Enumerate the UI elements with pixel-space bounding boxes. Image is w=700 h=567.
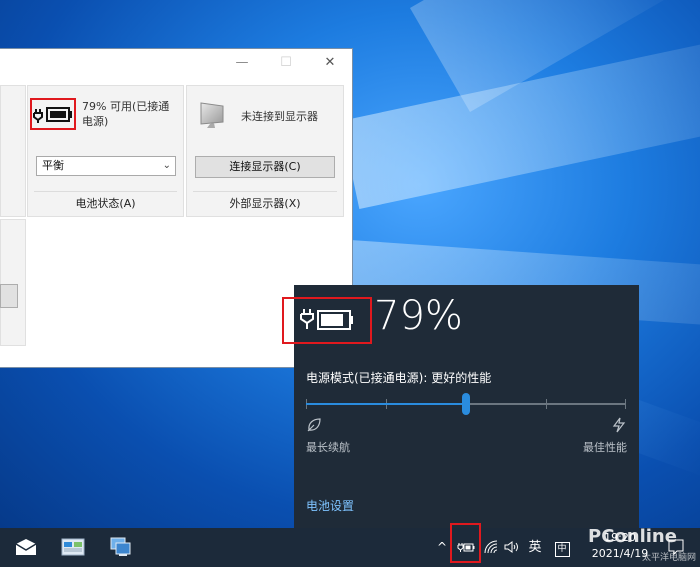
close-button[interactable]: ✕ bbox=[321, 55, 339, 70]
mobility-center-icon[interactable] bbox=[61, 536, 85, 558]
battery-icon-highlight bbox=[30, 98, 76, 130]
battery-status-tile: 79% 可用(已接通电源) 平衡 ⌄ 电池状态(A) bbox=[27, 85, 184, 217]
chevron-down-icon: ⌄ bbox=[162, 160, 171, 171]
window-titlebar: — ☐ ✕ bbox=[0, 49, 352, 77]
tray-overflow-chevron[interactable]: ^ bbox=[434, 528, 450, 567]
watermark-subtitle: 太平洋电脑网 bbox=[642, 553, 697, 563]
lightning-icon bbox=[612, 417, 626, 433]
ime-indicator[interactable]: 中 bbox=[552, 528, 572, 567]
battery-settings-link[interactable]: 电池设置 bbox=[306, 497, 354, 514]
power-mode-label: 电源模式(已接通电源): 更好的性能 bbox=[306, 371, 492, 385]
battery-charging-icon bbox=[300, 309, 353, 330]
maximize-button[interactable]: ☐ bbox=[277, 55, 295, 70]
leaf-icon bbox=[307, 418, 321, 432]
battery-tile-caption: 电池状态(A) bbox=[75, 197, 136, 210]
power-mode-slider[interactable] bbox=[306, 393, 626, 415]
connect-display-button[interactable]: 连接显示器(C) bbox=[195, 156, 335, 178]
slider-max-label: 最佳性能 bbox=[583, 441, 627, 454]
power-plan-value: 平衡 bbox=[42, 159, 64, 172]
display-tile-caption: 外部显示器(X) bbox=[229, 197, 301, 210]
display-status-text: 未连接到显示器 bbox=[241, 110, 318, 123]
battery-percent: 79% bbox=[374, 293, 463, 339]
slider-min-label: 最长续航 bbox=[306, 441, 350, 454]
partial-tile-lower bbox=[0, 219, 26, 346]
flyout-battery-highlight bbox=[282, 297, 372, 344]
volume-icon[interactable] bbox=[504, 540, 520, 554]
battery-flyout: 79% 电源模式(已接通电源): 更好的性能 最长续航 最佳性能 电池设置 bbox=[282, 285, 639, 528]
power-plan-select[interactable]: 平衡 ⌄ bbox=[36, 156, 176, 176]
tray-battery-icon[interactable] bbox=[457, 541, 475, 553]
slider-thumb[interactable] bbox=[462, 393, 470, 415]
mail-icon[interactable] bbox=[14, 536, 38, 558]
network-computer-icon[interactable] bbox=[108, 536, 132, 558]
partial-tile bbox=[0, 85, 26, 217]
watermark-brand: PConline bbox=[588, 526, 677, 547]
slider-fill bbox=[306, 403, 466, 405]
battery-charging-icon bbox=[33, 107, 72, 123]
minimize-button[interactable]: — bbox=[233, 55, 251, 70]
language-indicator[interactable]: 英 bbox=[524, 528, 546, 567]
external-display-tile: 未连接到显示器 连接显示器(C) 外部显示器(X) bbox=[186, 85, 344, 217]
monitor-icon bbox=[200, 102, 224, 128]
wifi-icon[interactable] bbox=[484, 540, 498, 554]
battery-status-text: 79% 可用(已接通电源) bbox=[82, 100, 170, 128]
partial-button[interactable] bbox=[0, 284, 18, 308]
ime-mode-icon: 中 bbox=[554, 542, 570, 557]
